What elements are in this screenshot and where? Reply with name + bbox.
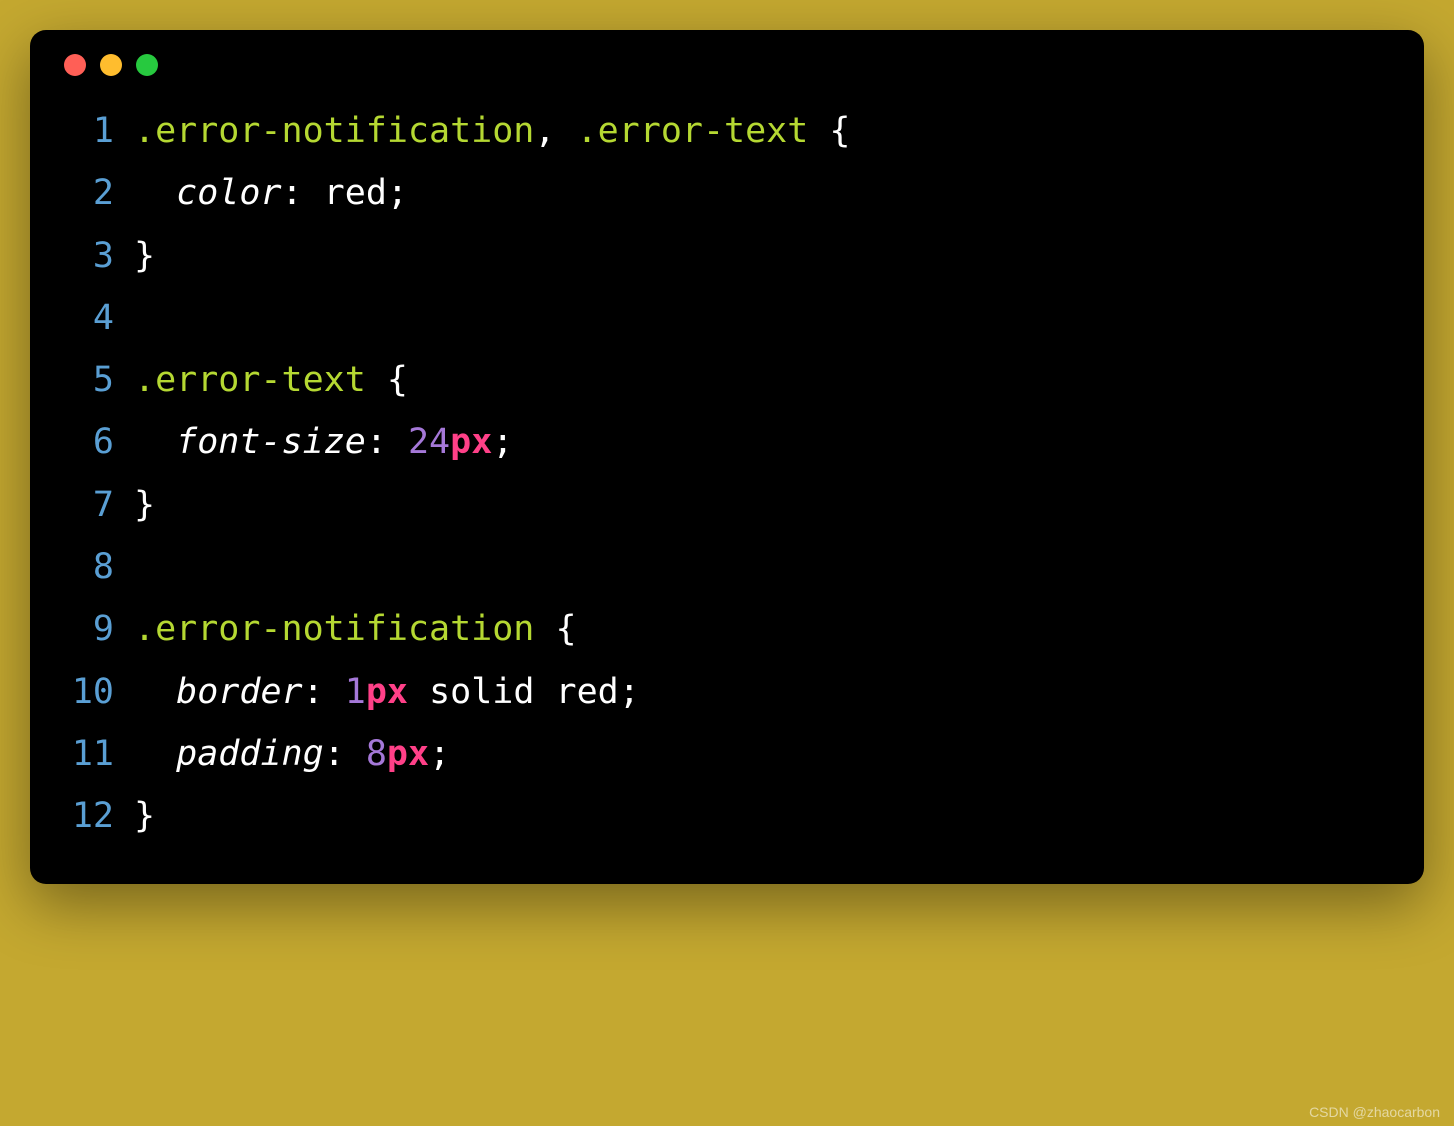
code-line: 8 xyxy=(58,536,1396,598)
token-punct xyxy=(134,422,176,462)
token-number: 8 xyxy=(366,734,387,774)
token-selector: .error-notification xyxy=(134,609,534,649)
window-controls xyxy=(64,54,1396,76)
line-number: 5 xyxy=(58,349,114,411)
token-brace: { xyxy=(829,111,850,151)
line-number: 12 xyxy=(58,785,114,847)
token-punct: ; xyxy=(619,672,640,712)
token-punct: ; xyxy=(387,173,408,213)
token-property: font-size xyxy=(176,422,366,462)
token-selector: .error-notification xyxy=(134,111,534,151)
token-unit: px xyxy=(450,422,492,462)
token-number: 24 xyxy=(408,422,450,462)
token-punct xyxy=(534,609,555,649)
code-line: 11 padding: 8px; xyxy=(58,723,1396,785)
close-icon[interactable] xyxy=(64,54,86,76)
token-number: 1 xyxy=(345,672,366,712)
token-property: padding xyxy=(176,734,324,774)
line-number: 6 xyxy=(58,411,114,473)
line-number: 4 xyxy=(58,287,114,349)
code-line: 12} xyxy=(58,785,1396,847)
line-content: .error-notification { xyxy=(134,598,1396,660)
watermark-text: CSDN @zhaocarbon xyxy=(1309,1104,1440,1120)
line-number: 8 xyxy=(58,536,114,598)
line-number: 1 xyxy=(58,100,114,162)
token-value-keyword: red xyxy=(556,672,619,712)
token-punct xyxy=(534,672,555,712)
code-line: 2 color: red; xyxy=(58,162,1396,224)
code-line: 3} xyxy=(58,225,1396,287)
line-content: color: red; xyxy=(134,162,1396,224)
line-content xyxy=(134,536,1396,598)
token-unit: px xyxy=(387,734,429,774)
code-line: 1 .error-notification, .error-text { xyxy=(58,100,1396,162)
line-content: font-size: 24px; xyxy=(134,411,1396,473)
line-number: 3 xyxy=(58,225,114,287)
token-punct xyxy=(134,734,176,774)
token-brace: } xyxy=(134,236,155,276)
line-content: } xyxy=(134,474,1396,536)
line-number: 11 xyxy=(58,723,114,785)
line-number: 7 xyxy=(58,474,114,536)
minimize-icon[interactable] xyxy=(100,54,122,76)
line-content: border: 1px solid red; xyxy=(134,661,1396,723)
token-punct xyxy=(366,360,387,400)
line-number: 2 xyxy=(58,162,114,224)
token-property: border xyxy=(176,672,302,712)
token-unit: px xyxy=(366,672,408,712)
token-punct: : xyxy=(366,422,408,462)
token-selector: .error-text xyxy=(577,111,809,151)
token-value-keyword: red xyxy=(324,173,387,213)
token-value-keyword: solid xyxy=(429,672,534,712)
code-line: 10 border: 1px solid red; xyxy=(58,661,1396,723)
maximize-icon[interactable] xyxy=(136,54,158,76)
line-number: 9 xyxy=(58,598,114,660)
code-area: 1.error-notification, .error-text {2 col… xyxy=(58,100,1396,848)
token-punct: : xyxy=(324,734,366,774)
line-number: 10 xyxy=(58,661,114,723)
line-content: .error-notification, .error-text { xyxy=(134,100,1396,162)
token-brace: } xyxy=(134,796,155,836)
token-brace: { xyxy=(387,360,408,400)
code-line: 6 font-size: 24px; xyxy=(58,411,1396,473)
token-punct xyxy=(408,672,429,712)
line-content: } xyxy=(134,225,1396,287)
token-punct: ; xyxy=(429,734,450,774)
line-content: } xyxy=(134,785,1396,847)
token-punct: ; xyxy=(492,422,513,462)
code-line: 9 .error-notification { xyxy=(58,598,1396,660)
token-brace: } xyxy=(134,485,155,525)
code-line: 7} xyxy=(58,474,1396,536)
token-punct: : xyxy=(303,672,345,712)
token-property: color xyxy=(176,173,281,213)
token-punct xyxy=(134,173,176,213)
code-line: 4 xyxy=(58,287,1396,349)
line-content: padding: 8px; xyxy=(134,723,1396,785)
line-content xyxy=(134,287,1396,349)
code-editor-window: 1.error-notification, .error-text {2 col… xyxy=(30,30,1424,884)
code-line: 5 .error-text { xyxy=(58,349,1396,411)
token-punct xyxy=(134,672,176,712)
token-selector: .error-text xyxy=(134,360,366,400)
line-content: .error-text { xyxy=(134,349,1396,411)
token-punct: : xyxy=(282,173,324,213)
token-punct: , xyxy=(534,111,576,151)
token-punct xyxy=(808,111,829,151)
token-brace: { xyxy=(555,609,576,649)
